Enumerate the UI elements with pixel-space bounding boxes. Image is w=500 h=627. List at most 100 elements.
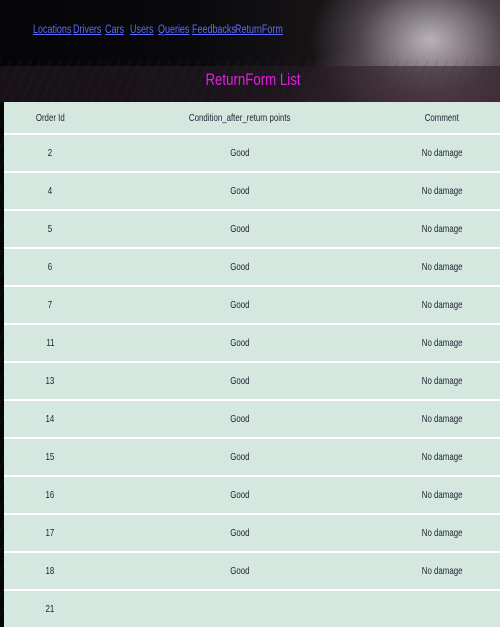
comment-cell: No damage <box>384 286 500 325</box>
column-header-order-id: Order Id <box>4 102 96 135</box>
return-form-table-container: Order Id Condition_after_return points C… <box>4 102 500 627</box>
top-navigation: Locations Drivers Cars Users Queries Fee… <box>0 0 500 58</box>
column-header-condition: Condition_after_return points <box>96 102 384 135</box>
comment-value: No damage <box>421 489 463 501</box>
comment-cell: No damage <box>384 400 500 439</box>
condition-value: Good <box>230 337 250 349</box>
order-id-value: 7 <box>47 299 53 311</box>
condition-value: Good <box>230 261 250 273</box>
nav-link-users[interactable]: Users <box>130 24 153 36</box>
comment-cell: No damage <box>384 134 500 173</box>
condition-value: Good <box>230 185 250 197</box>
order-id-value: 21 <box>45 603 55 615</box>
condition-cell: Good <box>96 400 384 439</box>
condition-cell: Good <box>96 286 384 325</box>
order-id-value: 15 <box>45 451 55 463</box>
condition-cell: Good <box>96 210 384 249</box>
condition-cell: Good <box>96 324 384 363</box>
table-row: 7 Good No damage <box>4 286 500 325</box>
comment-cell: No damage <box>384 172 500 211</box>
comment-value: No damage <box>421 147 463 159</box>
comment-value: No damage <box>421 261 463 273</box>
comment-value: No damage <box>421 337 463 349</box>
order-id-value: 16 <box>45 489 55 501</box>
order-id-value: 13 <box>45 375 55 387</box>
comment-cell: No damage <box>384 476 500 515</box>
table-row: 14 Good No damage <box>4 400 500 439</box>
order-id-cell: 15 <box>4 438 96 477</box>
order-id-cell: 4 <box>4 172 96 211</box>
condition-value: Good <box>230 565 250 577</box>
table-header-row: Order Id Condition_after_return points C… <box>4 102 500 135</box>
order-id-value: 18 <box>45 565 55 577</box>
nav-item-users: Users <box>130 20 158 38</box>
table-row: 15 Good No damage <box>4 438 500 477</box>
order-id-cell: 16 <box>4 476 96 515</box>
column-header-label: Condition_after_return points <box>189 111 291 124</box>
nav-item-cars: Cars <box>105 20 130 38</box>
table-row: 5 Good No damage <box>4 210 500 249</box>
order-id-cell: 21 <box>4 590 96 627</box>
comment-value: No damage <box>421 375 463 387</box>
nav-item-returnform: ReturnForm <box>235 20 285 38</box>
order-id-cell: 7 <box>4 286 96 325</box>
table-row: 21 <box>4 590 500 627</box>
order-id-value: 6 <box>47 261 53 273</box>
nav-link-drivers[interactable]: Drivers <box>73 24 101 36</box>
comment-value: No damage <box>421 299 463 311</box>
condition-value: Good <box>230 527 250 539</box>
comment-value: No damage <box>421 413 463 425</box>
nav-item-locations: Locations <box>33 20 73 38</box>
column-header-comment: Comment <box>384 102 500 135</box>
condition-value: Good <box>230 451 250 463</box>
table-row: 13 Good No damage <box>4 362 500 401</box>
nav-link-feedbacks[interactable]: Feedbacks <box>192 24 236 36</box>
condition-cell: Good <box>96 438 384 477</box>
condition-cell: Good <box>96 552 384 591</box>
order-id-value: 11 <box>45 337 55 349</box>
comment-value: No damage <box>421 451 463 463</box>
order-id-value: 2 <box>47 147 53 159</box>
comment-cell <box>384 590 500 627</box>
condition-cell: Good <box>96 172 384 211</box>
condition-cell: Good <box>96 514 384 553</box>
nav-item-drivers: Drivers <box>73 20 105 38</box>
comment-value: No damage <box>421 565 463 577</box>
order-id-cell: 2 <box>4 134 96 173</box>
order-id-value: 14 <box>45 413 55 425</box>
comment-cell: No damage <box>384 438 500 477</box>
order-id-cell: 14 <box>4 400 96 439</box>
nav-item-queries: Queries <box>158 20 192 38</box>
condition-cell: Good <box>96 476 384 515</box>
column-header-label: Comment <box>424 111 460 124</box>
nav-link-queries[interactable]: Queries <box>158 24 189 36</box>
comment-value: No damage <box>421 223 463 235</box>
order-id-value: 4 <box>47 185 53 197</box>
condition-cell: Good <box>96 134 384 173</box>
comment-cell: No damage <box>384 248 500 287</box>
comment-value: No damage <box>421 185 463 197</box>
table-row: 6 Good No damage <box>4 248 500 287</box>
condition-cell: Good <box>96 248 384 287</box>
order-id-cell: 11 <box>4 324 96 363</box>
nav-link-returnform[interactable]: ReturnForm <box>235 24 283 36</box>
condition-value: Good <box>230 489 250 501</box>
order-id-value: 5 <box>47 223 53 235</box>
table-row: 2 Good No damage <box>4 134 500 173</box>
condition-value: Good <box>230 299 250 311</box>
table-row: 16 Good No damage <box>4 476 500 515</box>
comment-cell: No damage <box>384 552 500 591</box>
comment-cell: No damage <box>384 210 500 249</box>
order-id-cell: 17 <box>4 514 96 553</box>
nav-link-locations[interactable]: Locations <box>33 24 71 36</box>
return-form-table: Order Id Condition_after_return points C… <box>4 102 500 627</box>
table-row: 17 Good No damage <box>4 514 500 553</box>
condition-value: Good <box>230 147 250 159</box>
condition-value: Good <box>230 413 250 425</box>
nav-link-cars[interactable]: Cars <box>105 24 124 36</box>
comment-cell: No damage <box>384 324 500 363</box>
table-row: 18 Good No damage <box>4 552 500 591</box>
order-id-cell: 13 <box>4 362 96 401</box>
condition-cell: Good <box>96 362 384 401</box>
column-header-label: Order Id <box>35 111 65 124</box>
